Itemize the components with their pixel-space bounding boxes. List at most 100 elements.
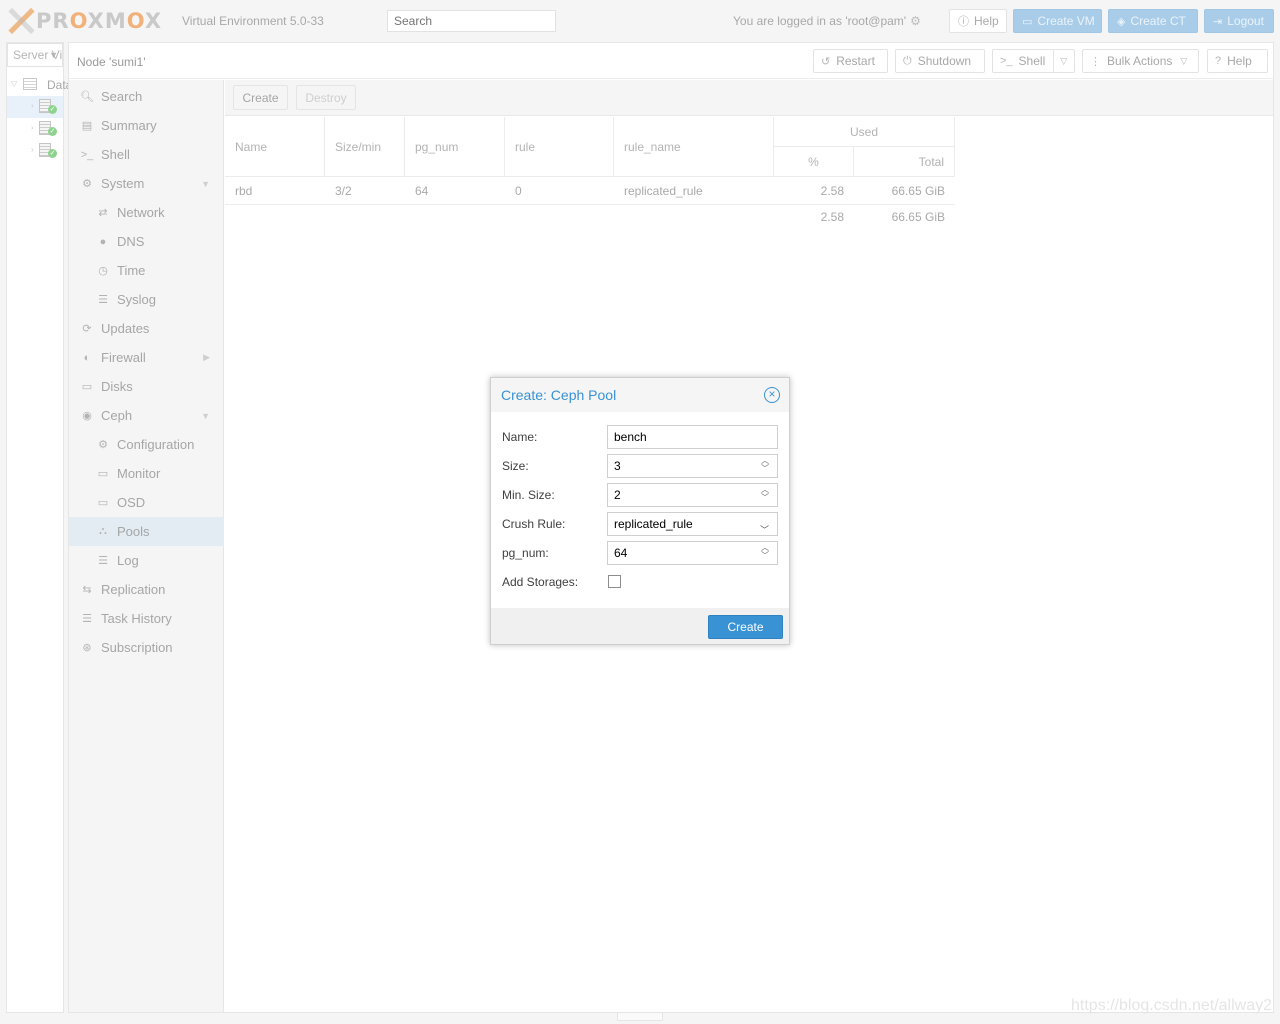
shell-button[interactable]: >_ Shell ▽ [992,49,1075,73]
column-header-size-min[interactable]: Size/min [325,117,405,177]
nav-ceph-monitor[interactable]: ▭ Monitor [69,459,224,488]
crush-rule-select[interactable]: replicated_rule ﹀ [607,512,778,536]
nav-summary[interactable]: ▤ Summary [69,111,224,140]
pg-num-stepper[interactable]: 64 ︿ ﹀ [607,541,778,565]
chevron-right-icon: ▶ [203,352,210,362]
spinner-icon[interactable]: ︿ ﹀ [759,544,771,562]
nav-task-history[interactable]: ☰ Task History [69,604,224,633]
globe-icon: ● [99,235,107,248]
add-storages-checkbox[interactable] [608,575,621,588]
cube-icon: ◈ [1117,15,1126,28]
shutdown-button[interactable]: ⏻ Shutdown [895,49,985,73]
ceph-icon: ◉ [82,410,92,422]
support-icon: ⊛ [82,642,92,654]
nav-shell[interactable]: >_ Shell [69,140,224,169]
pools-toolbar: Create Destroy [225,80,1273,116]
create-pool-button[interactable]: Create [233,85,288,110]
nav-ceph-log[interactable]: ☰ Log [69,546,224,575]
nav-search[interactable]: 🔍︎ Search [69,82,224,111]
spinner-icon[interactable]: ︿ ﹀ [759,457,771,475]
list-icon: ☰ [98,294,108,306]
list-icon: ☰ [98,555,108,567]
search-input[interactable] [387,10,556,32]
column-header-percent[interactable]: % [774,147,854,177]
tree-item-node[interactable]: › ✓ [7,118,63,140]
search-icon: 🔍︎ [80,91,94,103]
cogs-icon: ⚙ [82,178,92,190]
column-header-rule[interactable]: rule [505,117,614,177]
resource-tree-panel: Server View▼ ▽ Datacenter › ✓ › ✓ › ✓ [6,42,106,1013]
bulk-actions-button[interactable]: ⋮ Bulk Actions ▽ [1082,49,1199,73]
node-title: Node 'sumi1' [77,55,146,69]
nav-system[interactable]: ⚙ System ▼ [69,169,224,198]
size-stepper[interactable]: 3 ︿ ﹀ [607,454,778,478]
list-icon: ☰ [82,613,92,625]
name-field[interactable]: bench [607,425,778,449]
column-header-rule-name[interactable]: rule_name [614,117,774,177]
spinner-icon[interactable]: ︿ ﹀ [759,486,771,504]
undo-icon: ↺ [821,55,831,68]
status-online-icon: ✓ [48,105,57,114]
min-size-stepper[interactable]: 2 ︿ ﹀ [607,483,778,507]
top-header: PROXMOX Virtual Environment 5.0-33 You a… [0,0,1280,42]
create-vm-button[interactable]: ▭ Create VM [1013,9,1102,33]
chevron-down-icon[interactable]: ﹀ [760,519,769,541]
restart-button[interactable]: ↺ Restart [813,49,888,73]
dialog-header[interactable]: Create: Ceph Pool × [491,378,789,412]
nav-replication[interactable]: ⇆ Replication [69,575,224,604]
view-selector[interactable]: Server View▼ [7,43,63,67]
desktop-icon: ▭ [97,468,109,480]
nav-time[interactable]: ◷ Time [69,256,224,285]
watermark: https://blog.csdn.net/allway2 [1071,997,1273,1014]
nav-ceph[interactable]: ◉ Ceph ▼ [69,401,224,430]
gear-icon[interactable]: ⚙ [910,14,921,28]
tree-item-datacenter[interactable]: ▽ Datacenter [7,74,106,96]
clock-icon: ◷ [98,265,108,277]
nav-disks[interactable]: ▭ Disks [69,372,224,401]
chevron-down-icon: ▼ [49,50,58,60]
destroy-pool-button[interactable]: Destroy [296,85,356,110]
logged-in-label: You are logged in as 'root@pam' ⚙ [733,14,921,28]
node-help-button[interactable]: ? Help [1207,49,1268,73]
dialog-create-button[interactable]: Create [708,615,783,639]
nav-dns[interactable]: ● DNS [69,227,224,256]
terminal-icon: >_ [1000,55,1013,67]
nav-ceph-pools[interactable]: ⛬ Pools [69,517,224,546]
node-header: Node 'sumi1' ↺ Restart ⏻ Shutdown >_ Shell ▽… [69,43,1273,79]
dialog-title: Create: Ceph Pool [501,387,617,403]
cell-percent: 2.58 [820,184,844,198]
nav-subscription[interactable]: ⊛ Subscription [69,633,224,662]
nav-network[interactable]: ⇄ Network [69,198,224,227]
nav-ceph-osd[interactable]: ▭ OSD [69,488,224,517]
column-header-total[interactable]: Total [854,147,955,177]
dialog-footer: Create [491,608,789,644]
tree-item-node[interactable]: › ✓ [7,96,63,118]
expand-icon: › [31,145,34,154]
summary-percent: 2.58 [820,210,844,224]
nav-firewall[interactable]: ◐ Firewall ▶ [69,343,224,372]
close-icon[interactable]: × [764,387,780,403]
collapse-handle[interactable] [617,1013,663,1021]
nav-ceph-configuration[interactable]: ⚙ Configuration [69,430,224,459]
column-header-name[interactable]: Name [225,117,325,177]
refresh-icon: ⟳ [82,323,92,335]
gear-icon: ⚙ [98,439,108,451]
version-label: Virtual Environment 5.0-33 [182,14,324,28]
logout-button[interactable]: ⇥ Logout [1204,9,1274,33]
chevron-down-icon[interactable]: ▽ [1053,50,1067,72]
help-button[interactable]: ⓘ Help [949,9,1007,33]
create-ceph-pool-dialog: Create: Ceph Pool × Name: bench Size: 3 ︿… [490,377,790,645]
cell-pg-num: 64 [415,184,429,198]
retweet-icon: ⇆ [82,584,92,596]
cell-rule: 0 [515,184,522,198]
book-icon: ▤ [81,120,93,132]
add-storages-label: Add Storages: [502,575,579,589]
nav-updates[interactable]: ⟳ Updates [69,314,224,343]
proxmox-logo[interactable]: PROXMOX [8,8,162,34]
cell-total: 66.65 GiB [891,184,945,198]
chevron-down-icon: ▼ [201,178,210,189]
column-header-pg-num[interactable]: pg_num [405,117,505,177]
tree-item-node[interactable]: › ✓ [7,140,63,162]
nav-syslog[interactable]: ☰ Syslog [69,285,224,314]
create-ct-button[interactable]: ◈ Create CT [1108,9,1198,33]
